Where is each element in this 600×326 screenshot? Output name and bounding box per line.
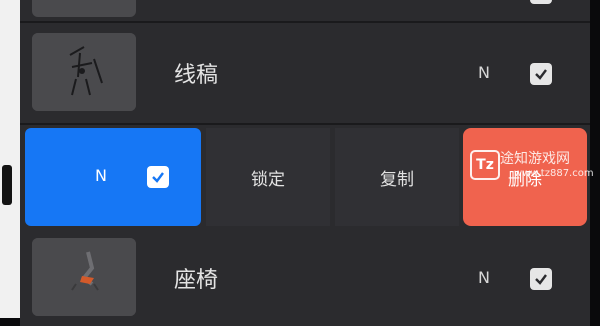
selected-layer-row[interactable]: N [25,128,201,226]
layer-thumbnail [32,0,136,17]
watermark: Tz 途知游戏网 www.tz887.com [470,148,598,188]
check-icon [535,274,547,285]
check-icon [535,69,547,80]
canvas-artwork [2,165,12,205]
layer-thumbnail [32,238,136,316]
blend-mode-label[interactable]: N [478,63,490,82]
visibility-checkbox[interactable] [530,0,552,4]
layer-thumbnail [32,33,136,111]
layer-row-chair[interactable]: 座椅 N [20,228,590,326]
watermark-name: 途知游戏网 [500,151,570,167]
lock-button[interactable]: 锁定 [206,128,330,226]
sketch-thumbnail-art [32,33,136,111]
layer-name: 线稿 [174,63,219,88]
blend-mode-label[interactable]: N [478,268,490,287]
chair-thumbnail-art [32,238,136,316]
watermark-url: www.tz887.com [514,168,594,179]
copy-button[interactable]: 复制 [335,128,459,226]
visibility-checkbox[interactable] [147,166,169,188]
layer-name: 座椅 [174,268,219,293]
visibility-checkbox[interactable] [530,63,552,85]
watermark-logo: Tz [470,150,500,180]
layer-row[interactable] [20,0,590,20]
blend-mode-label[interactable]: N [95,166,107,185]
layer-row-sketch[interactable]: 线稿 N [20,23,590,121]
check-icon [152,172,164,183]
visibility-checkbox[interactable] [530,268,552,290]
